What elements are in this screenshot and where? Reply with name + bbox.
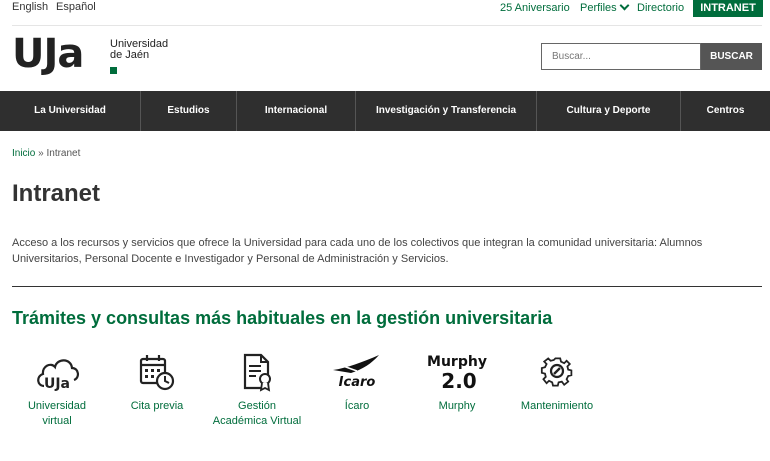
murphy-logo-text: Murphy (427, 354, 487, 370)
service-mantenimiento[interactable]: Mantenimiento (512, 352, 602, 414)
nav-item-la-universidad[interactable]: La Universidad (0, 91, 141, 131)
certificate-document-icon (243, 353, 271, 392)
icaro-logo-text: Icaro (339, 375, 376, 390)
breadcrumb-separator: » (38, 148, 44, 159)
cloud-uja-icon: UJa (37, 359, 79, 392)
service-label: Universidad virtual (27, 400, 87, 427)
uja-logo[interactable]: UJa Universidad de Jaén (12, 31, 182, 77)
logo-mark: UJa (12, 31, 84, 77)
service-label: Cita previa (130, 400, 184, 412)
service-murphy[interactable]: Murphy 2.0 Murphy (412, 352, 502, 414)
perfiles-dropdown[interactable]: Perfiles (580, 0, 630, 14)
icaro-logo-icon: Icaro (333, 355, 379, 390)
service-label: Mantenimiento (520, 400, 594, 412)
breadcrumb-current: Intranet (46, 148, 81, 159)
service-label: Murphy (438, 400, 476, 412)
nav-item-internacional[interactable]: Internacional (237, 91, 356, 131)
intranet-button[interactable]: INTRANET (693, 0, 763, 17)
page-title: Intranet (12, 180, 101, 207)
calendar-clock-icon (139, 355, 175, 391)
chevron-down-icon (619, 0, 630, 11)
service-cita-previa[interactable]: Cita previa (112, 352, 202, 414)
search-input[interactable] (541, 43, 701, 70)
gear-wrench-icon (540, 357, 573, 387)
language-spanish-link[interactable]: Español (56, 1, 96, 13)
top-bar: English Español 25 Aniversario Perfiles … (0, 0, 770, 17)
breadcrumb-home-link[interactable]: Inicio (12, 148, 35, 159)
directorio-link[interactable]: Directorio (637, 2, 684, 14)
service-icaro[interactable]: Icaro Ícaro (312, 352, 402, 414)
breadcrumb: Inicio » Intranet (12, 148, 80, 159)
search-button[interactable]: BUSCAR (701, 43, 762, 70)
logo-text-line2: de Jaén (110, 49, 150, 61)
intro-text: Acceso a los recursos y servicios que of… (12, 237, 703, 265)
murphy-logo-icon: Murphy 2.0 (427, 354, 487, 392)
header-divider (12, 25, 762, 26)
murphy-version-text: 2.0 (441, 369, 476, 392)
main-nav: La Universidad Estudios Internacional In… (0, 91, 770, 131)
service-label: Gestión Académica Virtual (212, 400, 302, 427)
language-english-link[interactable]: English (12, 1, 48, 13)
aniversario-link[interactable]: 25 Aniversario (500, 2, 570, 14)
perfiles-label: Perfiles (580, 2, 617, 14)
service-universidad-virtual[interactable]: UJa Universidad virtual (12, 352, 102, 429)
nav-item-centros[interactable]: Centros (681, 91, 770, 131)
logo-wordmark: Universidad de Jaén (110, 39, 190, 61)
cloud-uja-icon-text: UJa (44, 376, 70, 392)
service-gestion-academica[interactable]: Gestión Académica Virtual (212, 352, 302, 429)
service-label: Ícaro (344, 400, 370, 412)
nav-item-estudios[interactable]: Estudios (141, 91, 237, 131)
section-divider (12, 286, 762, 287)
section-title: Trámites y consultas más habituales en l… (12, 308, 553, 328)
nav-item-investigacion[interactable]: Investigación y Transferencia (356, 91, 537, 131)
nav-item-cultura-deporte[interactable]: Cultura y Deporte (537, 91, 681, 131)
logo-green-dot (110, 67, 117, 74)
